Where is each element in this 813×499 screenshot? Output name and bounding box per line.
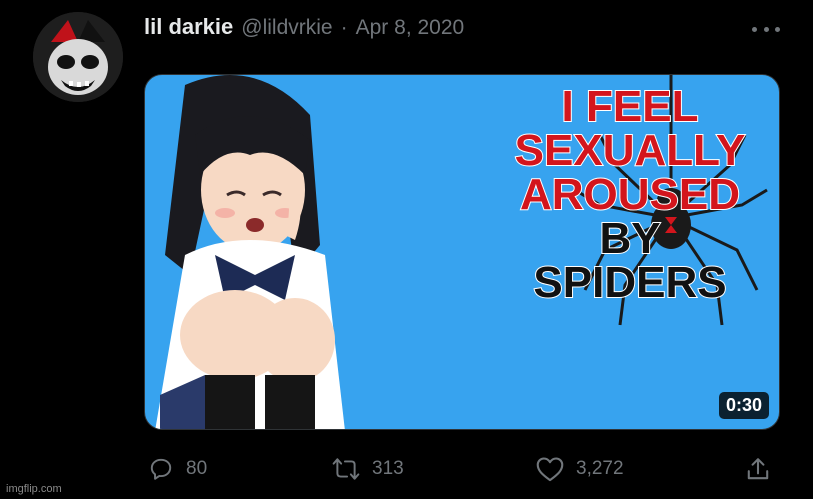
retweet-count: 313 <box>372 458 404 479</box>
reply-count: 80 <box>186 458 208 479</box>
video-duration-badge: 0:30 <box>718 392 769 419</box>
avatar[interactable] <box>33 12 123 102</box>
anime-girl-illustration <box>155 75 345 429</box>
retweet-icon <box>332 458 360 480</box>
meme-line: BY <box>598 214 661 263</box>
like-count: 3,272 <box>576 458 624 479</box>
meme-line: SEXUALLY <box>514 126 747 175</box>
tweet-header: lil darkie @lildvrkie · Apr 8, 2020 <box>144 14 464 44</box>
like-icon <box>536 457 564 482</box>
retweet-button[interactable]: 313 <box>332 456 404 482</box>
tweet-action-bar: 80 313 3,272 <box>148 456 778 486</box>
share-button[interactable] <box>746 456 770 482</box>
tweet-media[interactable]: I FEEL SEXUALLY AROUSED BY SPIDERS 0:30 <box>144 74 780 430</box>
author-name[interactable]: lil darkie <box>144 14 233 40</box>
reply-icon <box>150 458 172 480</box>
more-icon[interactable] <box>752 22 780 36</box>
separator-dot: · <box>340 16 348 39</box>
meme-line: I FEEL <box>561 82 700 131</box>
share-icon <box>747 458 769 480</box>
imgflip-watermark: imgflip.com <box>6 483 62 495</box>
avatar-image <box>33 12 123 102</box>
reply-button[interactable]: 80 <box>148 456 207 482</box>
author-handle[interactable]: @lildvrkie <box>241 16 332 40</box>
meme-caption: I FEEL SEXUALLY AROUSED BY SPIDERS <box>505 82 755 307</box>
like-button[interactable]: 3,272 <box>536 456 624 482</box>
meme-line: SPIDERS <box>532 258 727 307</box>
tweet-date[interactable]: Apr 8, 2020 <box>356 16 465 40</box>
meme-line: AROUSED <box>519 170 741 219</box>
